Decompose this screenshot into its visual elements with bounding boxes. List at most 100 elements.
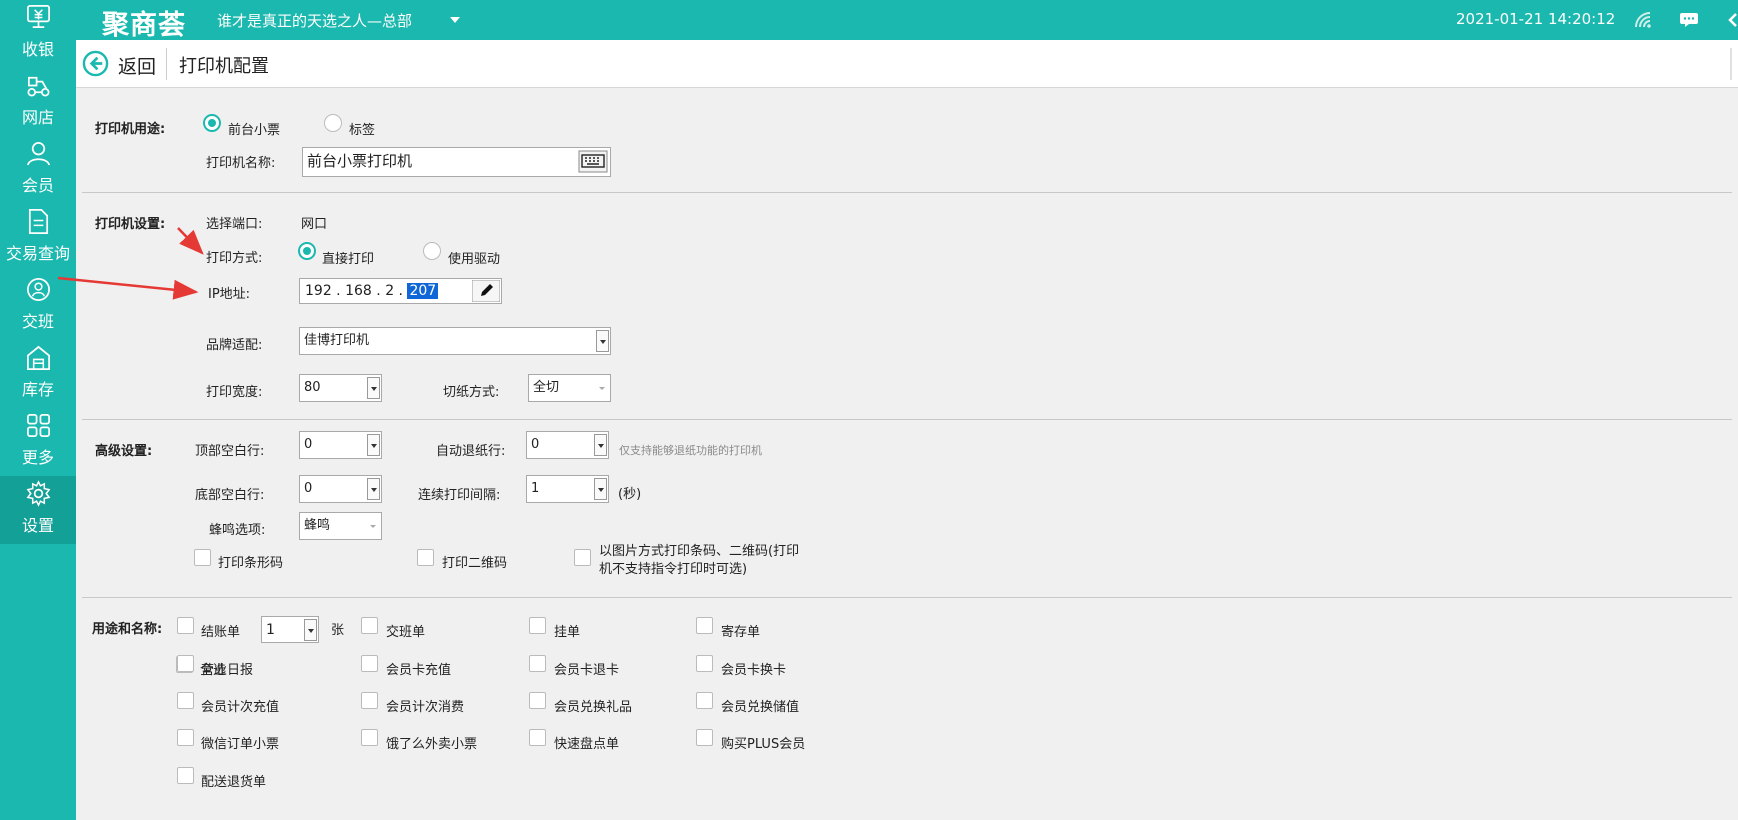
checkbox-checkout[interactable] (177, 617, 194, 634)
warehouse-icon (27, 345, 50, 370)
cut-mode-select[interactable]: 全切 (528, 374, 611, 402)
store-selector[interactable]: 谁才是真正的天选之人—总部 (217, 10, 412, 31)
checkbox-deposit[interactable] (696, 617, 713, 634)
cut-mode-label: 切纸方式: (443, 385, 500, 400)
checkbox-card-replace[interactable] (696, 655, 713, 672)
checkbox-card-recharge[interactable] (361, 655, 378, 672)
checkbox-delivery-return[interactable] (177, 767, 194, 784)
usage-section-label: 打印机用途: (95, 122, 166, 137)
ip-address-field[interactable]: 192 . 168 . 2 . 207 (299, 278, 502, 304)
page-title: 打印机配置 (179, 56, 269, 77)
chevron-down-icon[interactable] (370, 525, 376, 528)
hold-order-label: 挂单 (554, 625, 581, 640)
top-blank-lines-label: 顶部空白行: (195, 444, 265, 459)
deposit-label: 寄存单 (721, 625, 761, 640)
cashier-icon (27, 5, 50, 29)
chevron-down-icon[interactable] (367, 434, 380, 456)
sidebar-item-inventory[interactable]: 库存 (0, 340, 76, 408)
exit-icon[interactable] (1722, 10, 1738, 30)
print-barcode-label: 打印条形码 (218, 556, 284, 571)
radio-use-driver[interactable] (423, 242, 441, 260)
printer-name-value: 前台小票打印机 (307, 152, 413, 170)
chevron-down-icon[interactable] (596, 330, 609, 352)
brand-select[interactable]: 佳博打印机 (299, 327, 611, 355)
sidebar-item-cashier[interactable]: 收银 (0, 0, 76, 68)
sidebar-item-label: 交易查询 (5, 244, 70, 263)
checkbox-hold-order[interactable] (529, 617, 546, 634)
chevron-down-icon[interactable] (594, 434, 607, 456)
checkbox-count-recharge[interactable] (177, 692, 194, 709)
print-interval-label: 连续打印间隔: (418, 488, 501, 503)
keyboard-icon[interactable] (578, 150, 608, 173)
chevron-down-icon[interactable] (367, 377, 380, 399)
print-interval-select[interactable]: 1 (526, 475, 609, 503)
checkbox-plus-member[interactable] (696, 729, 713, 746)
beep-value: 蜂鸣 (304, 518, 331, 533)
plus-member-label: 购买PLUS会员 (721, 737, 806, 752)
sidebar-item-label: 设置 (21, 516, 54, 535)
advanced-section-label: 高级设置: (95, 444, 153, 459)
radio-receipt-label: 前台小票 (228, 123, 281, 138)
checkout-count-select[interactable]: 1 (261, 616, 319, 643)
divider (82, 192, 1732, 193)
chevron-down-icon[interactable] (599, 387, 605, 390)
ip-octet-4[interactable]: 207 (407, 283, 439, 299)
ip-octet-1[interactable]: 192 (305, 283, 332, 299)
handover-label: 交班单 (386, 625, 426, 640)
bottom-blank-lines-select[interactable]: 0 (299, 475, 382, 503)
radio-direct-print[interactable] (298, 242, 316, 260)
sidebar-item-member[interactable]: 会员 (0, 136, 76, 204)
top-blank-lines-value: 0 (304, 437, 313, 452)
chevron-down-icon[interactable] (304, 619, 317, 641)
back-arrow-icon[interactable] (82, 50, 109, 77)
sidebar-item-label: 更多 (21, 448, 54, 467)
pencil-icon[interactable] (472, 280, 500, 302)
chevron-down-icon[interactable] (594, 478, 607, 500)
sidebar-item-handover[interactable]: 交班 (0, 272, 76, 340)
card-recharge-label: 会员卡充值 (386, 663, 452, 678)
checkbox-count-consume[interactable] (361, 692, 378, 709)
card-refund-label: 会员卡退卡 (554, 663, 620, 678)
checkbox-gift-redeem[interactable] (529, 692, 546, 709)
gift-redeem-label: 会员兑换礼品 (554, 700, 633, 715)
top-blank-lines-select[interactable]: 0 (299, 431, 382, 459)
count-consume-label: 会员计次消费 (386, 700, 465, 715)
checkbox-print-barcode[interactable] (194, 549, 211, 566)
bottom-blank-lines-value: 0 (304, 481, 313, 496)
sidebar-item-online-store[interactable]: 网店 (0, 68, 76, 136)
message-icon[interactable] (1679, 12, 1699, 28)
checkbox-value-redeem[interactable] (696, 692, 713, 709)
radio-label-text: 标签 (349, 123, 376, 138)
beep-select[interactable]: 蜂鸣 (299, 512, 382, 540)
ip-octet-3[interactable]: 2 (385, 283, 394, 299)
back-button[interactable]: 返回 (118, 52, 156, 79)
scrollbar[interactable] (1730, 48, 1732, 80)
print-width-select[interactable]: 80 (299, 374, 382, 402)
checkbox-card-refund[interactable] (529, 655, 546, 672)
print-interval-value: 1 (531, 481, 540, 496)
radio-label[interactable] (324, 114, 342, 132)
print-width-label: 打印宽度: (206, 385, 263, 400)
checkbox-handover[interactable] (361, 617, 378, 634)
radio-use-driver-label: 使用驱动 (448, 252, 501, 267)
ip-octet-2[interactable]: 168 (345, 283, 372, 299)
print-qrcode-label: 打印二维码 (442, 556, 508, 571)
auto-feed-select[interactable]: 0 (526, 431, 609, 459)
radio-receipt[interactable] (203, 114, 221, 132)
checkbox-wechat-order[interactable] (177, 729, 194, 746)
checkbox-image-mode[interactable] (574, 549, 591, 566)
page-header: 返回 打印机配置 (76, 40, 1738, 88)
sidebar-item-more[interactable]: 更多 (0, 408, 76, 476)
checkbox-daily-report[interactable] (177, 655, 194, 672)
sidebar: 收银 网店 会员 交易查询 交班 库存 更多 设置 (0, 0, 76, 820)
printer-name-field[interactable]: 前台小票打印机 (302, 147, 611, 177)
checkbox-eleme[interactable] (361, 729, 378, 746)
sidebar-item-settings[interactable]: 设置 (0, 476, 76, 544)
auto-feed-value: 0 (531, 437, 540, 452)
chevron-down-icon[interactable] (450, 17, 460, 23)
checkbox-print-qrcode[interactable] (417, 549, 434, 566)
checkbox-quick-stocktake[interactable] (529, 729, 546, 746)
interval-unit: (秒) (618, 487, 642, 502)
sidebar-item-transactions[interactable]: 交易查询 (0, 204, 76, 272)
chevron-down-icon[interactable] (367, 478, 380, 500)
